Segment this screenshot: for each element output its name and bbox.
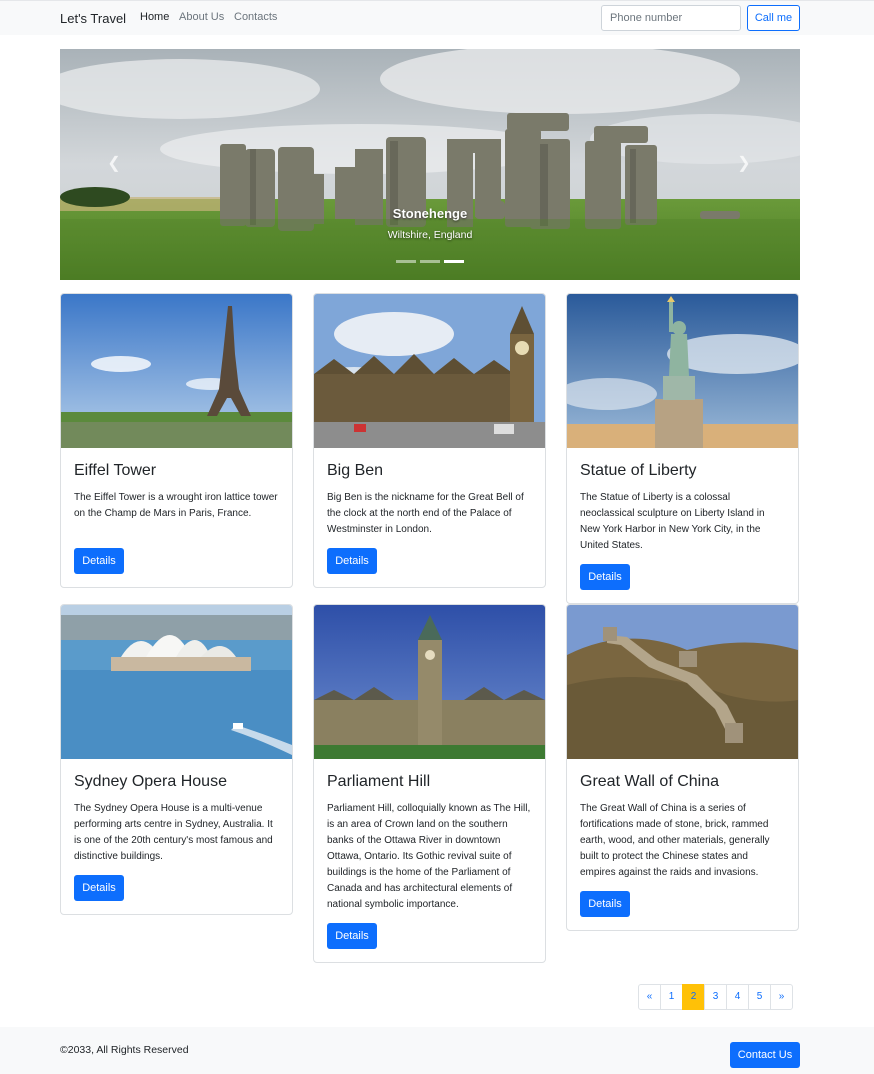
pagination-next-icon[interactable]: » — [770, 984, 793, 1010]
carousel-indicator-2[interactable] — [420, 260, 440, 263]
details-button-eiffel-tower[interactable]: Details — [74, 548, 124, 574]
page-4[interactable]: 4 — [726, 984, 749, 1010]
copyright-text: ©2033, All Rights Reserved — [60, 1044, 189, 1056]
stonehenge-image — [60, 49, 800, 280]
card-text: The Great Wall of China is a series of f… — [580, 803, 770, 878]
card-parliament-hill: Parliament Hill Parliament Hill, colloqu… — [313, 604, 546, 963]
card-title: Great Wall of China — [580, 773, 720, 790]
pagination: « 1 2 3 4 5 » — [638, 984, 793, 1010]
nav-link-home[interactable]: Home — [140, 11, 169, 23]
page-2[interactable]: 2 — [682, 984, 705, 1010]
carousel-caption-title: Stonehenge — [392, 206, 468, 221]
card-eiffel-tower: Eiffel Tower The Eiffel Tower is a wroug… — [60, 293, 293, 588]
card-text: The Sydney Opera House is a multi-venue … — [74, 803, 273, 862]
hero-carousel: ❮ ❯ Stonehenge Wiltshire, England — [60, 49, 800, 280]
eiffel-tower-image — [61, 294, 292, 448]
details-button-great-wall-of-china[interactable]: Details — [580, 891, 630, 917]
parliament-hill-image — [314, 605, 545, 759]
page-5[interactable]: 5 — [748, 984, 771, 1010]
card-statue-of-liberty: Statue of Liberty The Statue of Liberty … — [566, 293, 799, 604]
carousel-next-icon[interactable]: ❯ — [734, 154, 754, 174]
card-text: Parliament Hill, colloquially known as T… — [327, 803, 531, 910]
carousel-prev-icon[interactable]: ❮ — [104, 154, 124, 174]
nav-link-contacts[interactable]: Contacts — [234, 11, 277, 23]
nav-link-about-us[interactable]: About Us — [179, 11, 224, 23]
details-button-sydney-opera-house[interactable]: Details — [74, 875, 124, 901]
page-3[interactable]: 3 — [704, 984, 727, 1010]
card-text: The Statue of Liberty is a colossal neoc… — [580, 492, 765, 551]
card-title: Sydney Opera House — [74, 773, 227, 790]
call-me-button[interactable]: Call me — [747, 5, 800, 31]
details-button-statue-of-liberty[interactable]: Details — [580, 564, 630, 590]
details-button-big-ben[interactable]: Details — [327, 548, 377, 574]
card-sydney-opera-house: Sydney Opera House The Sydney Opera Hous… — [60, 604, 293, 915]
navbar: Let's Travel Home About Us Contacts Call… — [0, 0, 874, 35]
card-title: Eiffel Tower — [74, 462, 157, 479]
phone-number-input[interactable] — [601, 5, 741, 31]
pagination-prev-icon[interactable]: « — [638, 984, 661, 1010]
page-1[interactable]: 1 — [660, 984, 683, 1010]
footer: ©2033, All Rights Reserved Contact Us — [0, 1027, 874, 1074]
card-title: Statue of Liberty — [580, 462, 697, 479]
carousel-indicator-3[interactable] — [444, 260, 464, 263]
card-text: The Eiffel Tower is a wrought iron latti… — [74, 492, 278, 519]
card-big-ben: Big Ben Big Ben is the nickname for the … — [313, 293, 546, 588]
card-title: Big Ben — [327, 462, 384, 479]
contact-us-button[interactable]: Contact Us — [730, 1042, 800, 1068]
carousel-indicator-1[interactable] — [396, 260, 416, 263]
card-text: Big Ben is the nickname for the Great Be… — [327, 492, 524, 535]
details-button-parliament-hill[interactable]: Details — [327, 923, 377, 949]
statue-of-liberty-image — [567, 294, 798, 448]
card-title: Parliament Hill — [327, 773, 431, 790]
carousel-caption-subtitle: Wiltshire, England — [387, 229, 473, 241]
brand-logo[interactable]: Let's Travel — [60, 11, 126, 26]
sydney-opera-house-image — [61, 605, 292, 759]
great-wall-of-china-image — [567, 605, 798, 759]
big-ben-image — [314, 294, 545, 448]
card-great-wall-of-china: Great Wall of China The Great Wall of Ch… — [566, 604, 799, 931]
